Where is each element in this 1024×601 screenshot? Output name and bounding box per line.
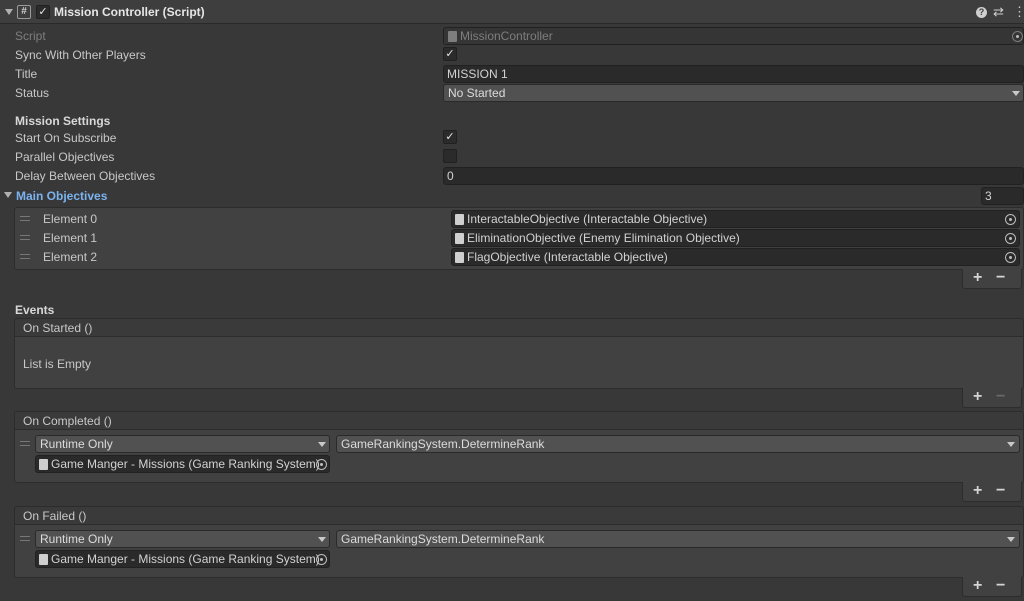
objective-field[interactable]: FlagObjective (Interactable Objective) <box>451 248 1020 266</box>
component-title: Mission Controller (Script) <box>54 5 205 19</box>
script-file-icon <box>455 233 464 244</box>
more-options-icon[interactable]: ⋮ <box>1013 4 1024 20</box>
status-label: Status <box>15 86 50 100</box>
target-object-value: Game Manger - Missions (Game Ranking Sys… <box>51 457 320 471</box>
chevron-down-icon <box>1012 91 1020 96</box>
target-object-field[interactable]: Game Manger - Missions (Game Ranking Sys… <box>35 550 330 568</box>
start-on-subscribe-checkbox[interactable]: ✓ <box>443 130 457 144</box>
function-value: GameRankingSystem.DetermineRank <box>341 437 545 451</box>
delay-label: Delay Between Objectives <box>15 169 156 183</box>
title-label: Title <box>15 67 38 81</box>
chevron-down-icon <box>318 442 326 447</box>
object-picker-icon[interactable] <box>1005 233 1016 244</box>
list-buttons: + − <box>962 388 1022 408</box>
target-object-field[interactable]: Game Manger - Missions (Game Ranking Sys… <box>35 455 330 473</box>
function-value: GameRankingSystem.DetermineRank <box>341 532 545 546</box>
element-label: Element 1 <box>43 231 98 245</box>
sync-checkbox[interactable]: ✓ <box>443 47 457 61</box>
delay-input[interactable]: 0 <box>443 167 1024 185</box>
on-failed-header: On Failed () <box>14 506 1024 525</box>
on-started-label: On Started () <box>23 321 93 335</box>
parallel-objectives-label: Parallel Objectives <box>15 150 115 164</box>
object-picker-icon[interactable] <box>1005 214 1016 225</box>
add-button[interactable]: + <box>973 483 982 499</box>
component-header: # ✓ Mission Controller (Script) ? ⇄ ⋮ <box>0 0 1024 24</box>
object-picker-icon <box>1012 31 1023 42</box>
add-button[interactable]: + <box>973 270 982 286</box>
runtime-mode-value: Runtime Only <box>40 437 113 451</box>
main-objectives-count[interactable]: 3 <box>981 187 1024 205</box>
objective-value: EliminationObjective (Enemy Elimination … <box>467 231 740 245</box>
script-label: Script <box>15 29 46 43</box>
on-started-header: On Started () <box>14 318 1024 337</box>
script-file-icon <box>455 214 464 225</box>
list-buttons: + − <box>962 577 1022 597</box>
start-on-subscribe-label: Start On Subscribe <box>15 131 117 145</box>
foldout-arrow-icon[interactable] <box>5 9 13 15</box>
runtime-mode-dropdown[interactable]: Runtime Only <box>35 530 330 548</box>
drag-handle-icon[interactable] <box>20 235 30 240</box>
objective-value: InteractableObjective (Interactable Obje… <box>467 212 708 226</box>
objective-field[interactable]: EliminationObjective (Enemy Elimination … <box>451 229 1020 247</box>
status-dropdown[interactable]: No Started <box>443 84 1024 102</box>
function-dropdown[interactable]: GameRankingSystem.DetermineRank <box>336 530 1020 548</box>
status-value: No Started <box>448 86 506 100</box>
script-value: MissionController <box>460 29 553 43</box>
mission-settings-heading: Mission Settings <box>15 114 111 128</box>
script-file-icon <box>39 459 48 470</box>
runtime-mode-dropdown[interactable]: Runtime Only <box>35 435 330 453</box>
sync-label: Sync With Other Players <box>15 48 146 62</box>
on-failed-label: On Failed () <box>23 509 87 523</box>
chevron-down-icon <box>318 537 326 542</box>
objective-field[interactable]: InteractableObjective (Interactable Obje… <box>451 210 1020 228</box>
title-input[interactable]: MISSION 1 <box>443 65 1024 83</box>
parallel-objectives-checkbox[interactable] <box>443 149 457 163</box>
drag-handle-icon[interactable] <box>20 254 30 259</box>
main-objectives-label[interactable]: Main Objectives <box>16 189 107 203</box>
target-object-value: Game Manger - Missions (Game Ranking Sys… <box>51 552 320 566</box>
chevron-down-icon <box>1007 537 1015 542</box>
help-icon[interactable]: ? <box>976 7 987 18</box>
script-field: MissionController <box>443 27 1024 45</box>
list-buttons: + − <box>962 269 1022 289</box>
element-label: Element 2 <box>43 250 98 264</box>
add-button[interactable]: + <box>973 578 982 594</box>
object-picker-icon[interactable] <box>316 554 327 565</box>
remove-button[interactable]: − <box>996 578 1005 594</box>
empty-list-text: List is Empty <box>23 357 92 371</box>
presets-icon[interactable]: ⇄ <box>993 4 1004 20</box>
remove-button: − <box>996 388 1006 405</box>
runtime-mode-value: Runtime Only <box>40 532 113 546</box>
chevron-down-icon <box>1007 442 1015 447</box>
drag-handle-icon[interactable] <box>20 536 30 541</box>
element-label: Element 0 <box>43 212 98 226</box>
remove-button[interactable]: − <box>996 270 1005 286</box>
objective-value: FlagObjective (Interactable Objective) <box>467 250 668 264</box>
script-file-icon <box>39 554 48 565</box>
drag-handle-icon[interactable] <box>20 216 30 221</box>
script-file-icon <box>448 31 457 42</box>
list-buttons: + − <box>962 482 1022 502</box>
component-enabled-checkbox[interactable]: ✓ <box>36 5 50 19</box>
function-dropdown[interactable]: GameRankingSystem.DetermineRank <box>336 435 1020 453</box>
drag-handle-icon[interactable] <box>20 441 30 446</box>
script-file-icon <box>455 252 464 263</box>
on-completed-label: On Completed () <box>23 414 112 428</box>
remove-button[interactable]: − <box>996 483 1005 499</box>
object-picker-icon[interactable] <box>316 459 327 470</box>
on-started-body: List is Empty <box>14 336 1024 389</box>
add-button[interactable]: + <box>973 389 982 405</box>
events-heading: Events <box>15 303 55 317</box>
script-icon: # <box>17 5 31 19</box>
object-picker-icon[interactable] <box>1005 252 1016 263</box>
on-completed-header: On Completed () <box>14 411 1024 430</box>
main-objectives-foldout-icon[interactable] <box>4 192 12 198</box>
